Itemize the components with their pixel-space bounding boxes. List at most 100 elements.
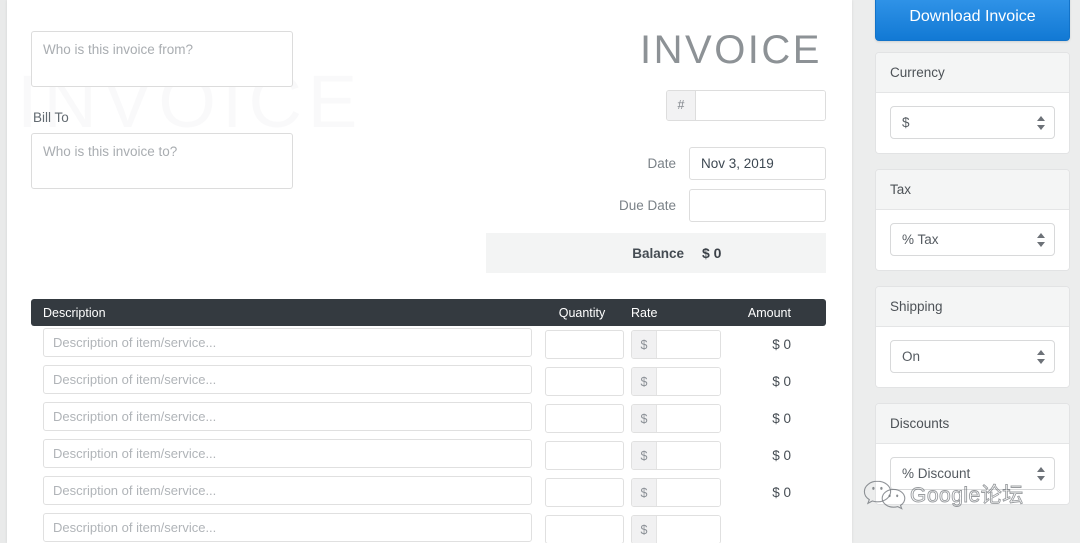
invoice-sheet-area: INVOICE Bill To INVOICE # bbox=[0, 0, 852, 543]
item-rate-input[interactable] bbox=[657, 479, 720, 506]
item-quantity-input[interactable] bbox=[545, 330, 624, 359]
settings-card-currency: Currency $ bbox=[875, 52, 1070, 154]
date-input[interactable] bbox=[689, 147, 826, 180]
invoice-meta-column: INVOICE # Date bbox=[331, 22, 826, 273]
item-description-input[interactable] bbox=[43, 476, 532, 505]
select-currency[interactable]: $ bbox=[890, 106, 1055, 139]
due-date-row: Due Date bbox=[331, 189, 826, 222]
cell-quantity bbox=[539, 478, 625, 507]
select-value: $ bbox=[902, 115, 910, 130]
cell-quantity bbox=[539, 404, 625, 433]
table-header-row: Description Quantity Rate Amount bbox=[31, 299, 826, 326]
cell-description bbox=[43, 328, 539, 362]
item-rate-group[interactable]: $ bbox=[631, 404, 721, 433]
select-value: On bbox=[902, 349, 920, 364]
bill-to-input[interactable] bbox=[31, 133, 293, 189]
currency-symbol-icon: $ bbox=[632, 516, 657, 543]
item-description-input[interactable] bbox=[43, 365, 532, 394]
column-header-description: Description bbox=[43, 306, 539, 320]
item-rate-group[interactable]: $ bbox=[631, 515, 721, 543]
settings-card-title: Shipping bbox=[876, 287, 1069, 327]
stepper-arrows-icon[interactable] bbox=[1037, 233, 1045, 247]
table-row: $$ 0 bbox=[31, 363, 826, 400]
item-quantity-input[interactable] bbox=[545, 441, 624, 470]
item-amount-value: $ 0 bbox=[721, 448, 815, 463]
column-header-quantity: Quantity bbox=[539, 306, 625, 320]
invoice-sheet: INVOICE Bill To INVOICE # bbox=[7, 0, 852, 543]
date-row: Date bbox=[331, 147, 826, 180]
stepper-arrows-icon[interactable] bbox=[1037, 116, 1045, 130]
select-discounts[interactable]: % Discount bbox=[890, 457, 1055, 490]
settings-card-body: $ bbox=[876, 93, 1069, 153]
cell-description bbox=[43, 513, 539, 543]
item-rate-group[interactable]: $ bbox=[631, 367, 721, 396]
settings-card-body: % Tax bbox=[876, 210, 1069, 270]
table-row: $$ 0 bbox=[31, 326, 826, 363]
item-rate-group[interactable]: $ bbox=[631, 441, 721, 470]
cell-quantity bbox=[539, 441, 625, 470]
item-rate-group[interactable]: $ bbox=[631, 478, 721, 507]
item-rate-input[interactable] bbox=[657, 405, 720, 432]
item-description-input[interactable] bbox=[43, 328, 532, 357]
currency-symbol-icon: $ bbox=[632, 405, 657, 432]
settings-card-title: Currency bbox=[876, 53, 1069, 93]
item-rate-input[interactable] bbox=[657, 442, 720, 469]
stepper-arrows-icon[interactable] bbox=[1037, 350, 1045, 364]
cell-rate: $ bbox=[625, 330, 721, 359]
cell-quantity bbox=[539, 330, 625, 359]
item-quantity-input[interactable] bbox=[545, 515, 624, 543]
select-tax[interactable]: % Tax bbox=[890, 223, 1055, 256]
item-amount-value: $ 0 bbox=[721, 374, 815, 389]
page-title: INVOICE bbox=[331, 30, 822, 70]
invoice-number-row: # bbox=[331, 90, 826, 121]
bill-to-label: Bill To bbox=[33, 110, 331, 125]
table-body: $$ 0$$ 0$$ 0$$ 0$$ 0$ bbox=[31, 326, 826, 543]
cell-rate: $ bbox=[625, 404, 721, 433]
item-quantity-input[interactable] bbox=[545, 478, 624, 507]
invoice-header: Bill To INVOICE # bbox=[31, 22, 826, 273]
select-shipping[interactable]: On bbox=[890, 340, 1055, 373]
item-description-input[interactable] bbox=[43, 402, 532, 431]
item-quantity-input[interactable] bbox=[545, 367, 624, 396]
item-rate-input[interactable] bbox=[657, 516, 720, 543]
invoice-number-input[interactable] bbox=[696, 91, 825, 120]
stepper-arrows-icon[interactable] bbox=[1037, 467, 1045, 481]
invoice-number-group[interactable]: # bbox=[666, 90, 826, 121]
item-rate-group[interactable]: $ bbox=[631, 330, 721, 359]
balance-value: $ 0 bbox=[702, 245, 812, 261]
line-items-table: Description Quantity Rate Amount $$ 0$$ … bbox=[31, 299, 826, 543]
settings-card-body: % Discount bbox=[876, 444, 1069, 504]
settings-card-discounts: Discounts% Discount bbox=[875, 403, 1070, 505]
select-value: % Discount bbox=[902, 466, 970, 481]
item-description-input[interactable] bbox=[43, 439, 532, 468]
settings-card-title: Tax bbox=[876, 170, 1069, 210]
cell-rate: $ bbox=[625, 367, 721, 396]
item-rate-input[interactable] bbox=[657, 368, 720, 395]
item-description-input[interactable] bbox=[43, 513, 532, 542]
balance-label: Balance bbox=[632, 246, 684, 261]
select-value: % Tax bbox=[902, 232, 939, 247]
item-amount-value: $ 0 bbox=[721, 411, 815, 426]
download-invoice-button[interactable]: Download Invoice bbox=[875, 0, 1070, 41]
item-rate-input[interactable] bbox=[657, 331, 720, 358]
column-header-amount: Amount bbox=[721, 306, 815, 320]
cell-rate: $ bbox=[625, 515, 721, 543]
cell-description bbox=[43, 476, 539, 510]
parties-column: Bill To bbox=[31, 22, 331, 189]
due-date-label: Due Date bbox=[619, 198, 676, 213]
item-quantity-input[interactable] bbox=[545, 404, 624, 433]
cell-rate: $ bbox=[625, 441, 721, 470]
date-label: Date bbox=[647, 156, 676, 171]
cell-description bbox=[43, 439, 539, 473]
settings-card-tax: Tax % Tax bbox=[875, 169, 1070, 271]
cell-description bbox=[43, 402, 539, 436]
settings-sidebar: Download Invoice Currency $ Tax % Tax Shippi… bbox=[865, 0, 1080, 543]
column-header-rate: Rate bbox=[625, 306, 721, 320]
table-row: $$ 0 bbox=[31, 437, 826, 474]
currency-symbol-icon: $ bbox=[632, 479, 657, 506]
due-date-input[interactable] bbox=[689, 189, 826, 222]
settings-card-shipping: Shipping On bbox=[875, 286, 1070, 388]
settings-card-body: On bbox=[876, 327, 1069, 387]
invoice-from-input[interactable] bbox=[31, 31, 293, 87]
hash-icon: # bbox=[667, 91, 696, 120]
